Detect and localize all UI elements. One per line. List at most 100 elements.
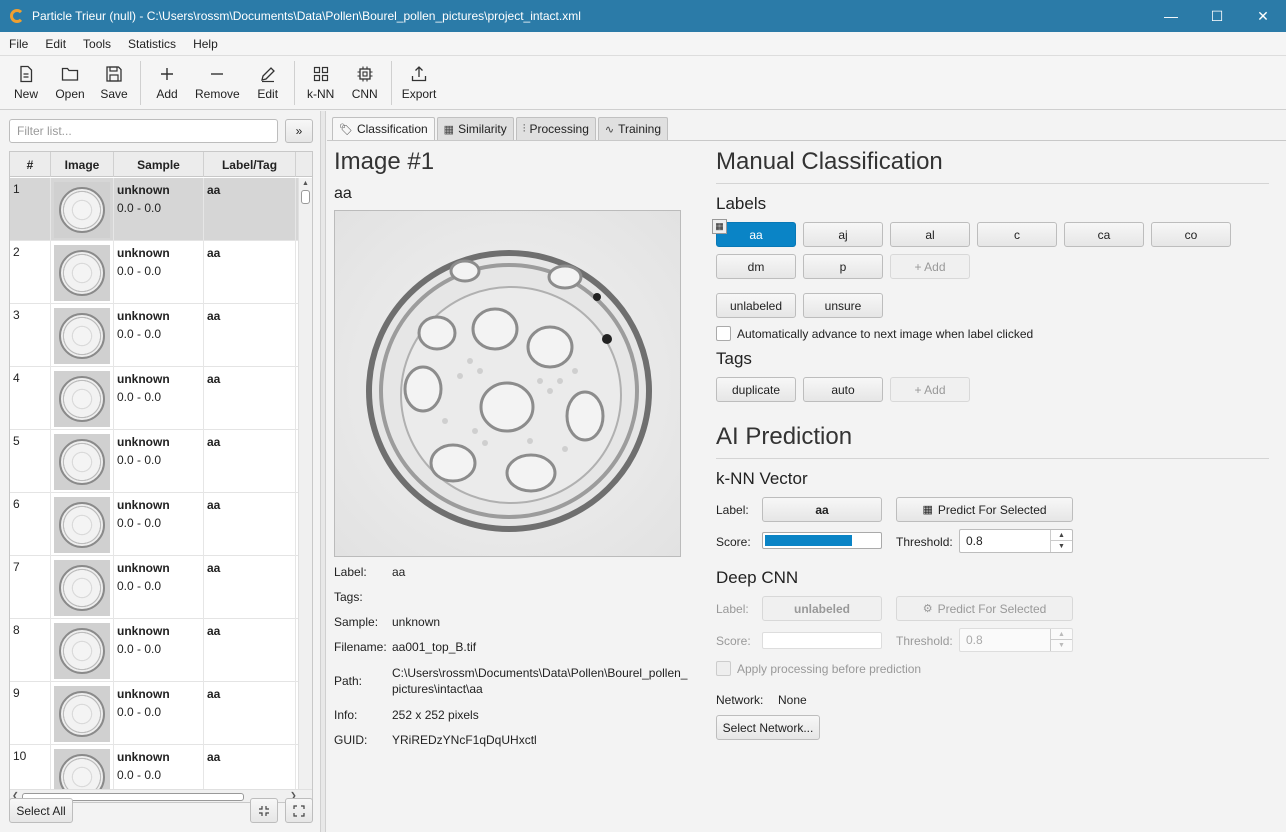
scroll-up-icon[interactable]: ▲ — [302, 180, 309, 187]
pollen-thumbnail — [54, 622, 110, 679]
label-button-dm[interactable]: dm — [716, 254, 796, 279]
row-thumbnail — [51, 178, 114, 241]
cnn-predict-button[interactable]: ⚙ Predict For Selected — [896, 596, 1073, 621]
cnn-button[interactable]: CNN — [343, 58, 387, 108]
tab-classification[interactable]: 🏷︎ Classification — [332, 117, 435, 140]
table-row[interactable]: 7 unknown 0.0 - 0.0 aa — [10, 556, 298, 619]
select-all-button[interactable]: Select All — [9, 798, 73, 823]
detail-sample-key: Sample: — [334, 615, 379, 629]
manual-classification-heading: Manual Classification — [716, 148, 943, 175]
spinner-down-icon[interactable]: ▼ — [1051, 640, 1072, 651]
knn-button[interactable]: k-NN — [299, 58, 343, 108]
table-row[interactable]: 5 unknown 0.0 - 0.0 aa — [10, 430, 298, 493]
tab-similarity[interactable]: ▦ Similarity — [436, 117, 514, 140]
label-grid-icon[interactable]: ▦ — [712, 219, 727, 234]
scroll-thumb[interactable] — [301, 190, 310, 204]
plus-icon — [161, 67, 173, 80]
add-tag-button[interactable]: + Add — [890, 377, 970, 402]
knn-label-value[interactable]: aa — [762, 497, 882, 522]
tag-button-duplicate[interactable]: duplicate — [716, 377, 796, 402]
table-row[interactable]: 4 unknown 0.0 - 0.0 aa — [10, 367, 298, 430]
label-button-aa[interactable]: aa — [716, 222, 796, 247]
fullscreen-button[interactable] — [285, 798, 313, 823]
unlabeled-button[interactable]: unlabeled — [716, 293, 796, 318]
add-button[interactable]: Add — [145, 58, 189, 108]
split-pane-divider[interactable] — [320, 111, 326, 832]
tag-icon: 🏷︎ — [339, 123, 353, 136]
apply-processing-checkbox[interactable] — [716, 661, 731, 676]
menu-edit[interactable]: Edit — [37, 37, 74, 51]
filter-input[interactable] — [9, 119, 278, 143]
toolbar: New Open Save Add Remove Edit k-NN CNN E… — [0, 56, 1286, 110]
export-button[interactable]: Export — [396, 58, 443, 108]
row-sample: unknown 0.0 - 0.0 — [114, 304, 204, 367]
cnn-label-value[interactable]: unlabeled — [762, 596, 882, 621]
spinner-up-icon[interactable]: ▲ — [1051, 629, 1072, 640]
auto-advance-checkbox[interactable] — [716, 326, 731, 341]
add-label-button[interactable]: + Add — [890, 254, 970, 279]
row-thumbnail — [51, 493, 114, 556]
knn-score-bar — [762, 532, 882, 549]
spinner-up-icon[interactable]: ▲ — [1051, 530, 1072, 541]
label-button-p[interactable]: p — [803, 254, 883, 279]
row-thumbnail — [51, 430, 114, 493]
app-logo-icon — [10, 9, 24, 23]
tab-bar: 🏷︎ Classification ▦ Similarity ⫶ Process… — [332, 117, 670, 140]
detail-filename-key: Filename: — [334, 640, 387, 654]
label-button-co[interactable]: co — [1151, 222, 1231, 247]
edit-button[interactable]: Edit — [246, 58, 290, 108]
table-row[interactable]: 3 unknown 0.0 - 0.0 aa — [10, 304, 298, 367]
spinner-down-icon[interactable]: ▼ — [1051, 541, 1072, 552]
grid-icon: ▦ — [922, 504, 933, 516]
close-button[interactable]: ✕ — [1240, 0, 1286, 32]
menu-file[interactable]: File — [1, 37, 36, 51]
save-button[interactable]: Save — [92, 58, 136, 108]
minimize-button[interactable]: — — [1148, 0, 1194, 32]
tab-processing[interactable]: ⫶ Processing — [515, 117, 596, 140]
label-button-al[interactable]: al — [890, 222, 970, 247]
image-details: Label: aa Tags: Sample: unknown Filename: a… — [334, 565, 692, 758]
knn-threshold-spinner[interactable]: 0.8 ▲ ▼ — [959, 529, 1073, 553]
expand-panel-button[interactable]: » — [285, 119, 313, 143]
knn-threshold-value[interactable]: 0.8 — [966, 534, 983, 548]
row-sample-range: 0.0 - 0.0 — [117, 705, 162, 719]
table-row[interactable]: 1 unknown 0.0 - 0.0 aa — [10, 178, 298, 241]
select-network-button[interactable]: Select Network... — [716, 715, 820, 740]
chip-icon — [357, 66, 373, 81]
minus-icon — [211, 72, 224, 75]
image-title: Image #1 — [334, 148, 435, 175]
knn-predict-button[interactable]: ▦ Predict For Selected — [896, 497, 1073, 522]
row-sample-name: unknown — [117, 624, 170, 638]
collapse-button[interactable] — [250, 798, 278, 823]
unsure-button[interactable]: unsure — [803, 293, 883, 318]
table-row[interactable]: 2 unknown 0.0 - 0.0 aa — [10, 241, 298, 304]
pollen-grain — [59, 375, 105, 422]
pollen-thumbnail — [54, 307, 110, 364]
vertical-scrollbar[interactable]: ▲ — [298, 178, 312, 792]
column-header-number[interactable]: # — [10, 152, 51, 177]
maximize-button[interactable]: ☐ — [1194, 0, 1240, 32]
table-row[interactable]: 8 unknown 0.0 - 0.0 aa — [10, 619, 298, 682]
column-header-image[interactable]: Image — [51, 152, 114, 177]
menu-tools[interactable]: Tools — [75, 37, 119, 51]
column-header-label[interactable]: Label/Tag — [204, 152, 296, 177]
label-button-aj[interactable]: aj — [803, 222, 883, 247]
open-button[interactable]: Open — [48, 58, 92, 108]
gear-icon: ⚙ — [922, 603, 933, 615]
label-button-ca[interactable]: ca — [1064, 222, 1144, 247]
tab-training[interactable]: ∿ Training — [597, 117, 669, 140]
detail-guid-key: GUID: — [334, 733, 368, 747]
table-row[interactable]: 6 unknown 0.0 - 0.0 aa — [10, 493, 298, 556]
menu-statistics[interactable]: Statistics — [120, 37, 184, 51]
table-row[interactable]: 9 unknown 0.0 - 0.0 aa — [10, 682, 298, 745]
shrink-icon — [259, 805, 269, 816]
menu-help[interactable]: Help — [185, 37, 226, 51]
column-header-sample[interactable]: Sample — [114, 152, 204, 177]
tag-button-auto[interactable]: auto — [803, 377, 883, 402]
new-button[interactable]: New — [4, 58, 48, 108]
row-thumbnail — [51, 682, 114, 745]
label-button-c[interactable]: c — [977, 222, 1057, 247]
cnn-threshold-spinner[interactable]: 0.8 ▲ ▼ — [959, 628, 1073, 652]
cnn-threshold-value[interactable]: 0.8 — [966, 633, 983, 647]
remove-button[interactable]: Remove — [189, 58, 246, 108]
